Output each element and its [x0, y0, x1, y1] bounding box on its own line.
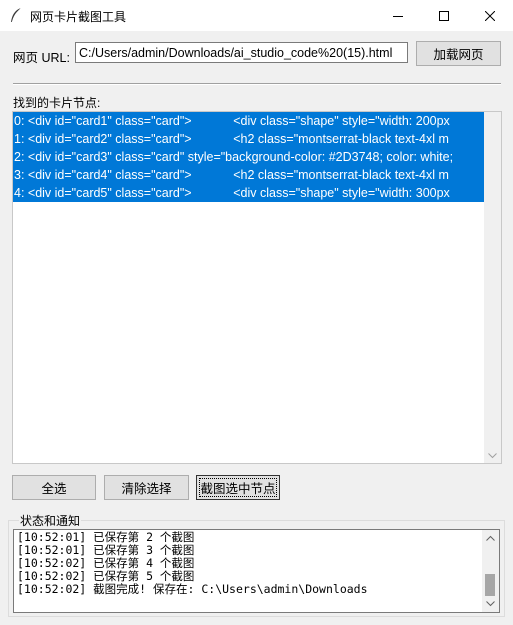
close-icon	[485, 10, 495, 21]
screenshot-selected-button[interactable]: 截图选中节点	[196, 475, 280, 500]
url-input[interactable]: C:/Users/admin/Downloads/ai_studio_code%…	[75, 42, 408, 63]
status-legend: 状态和通知	[19, 512, 82, 529]
select-all-button[interactable]: 全选	[12, 475, 96, 500]
focus-ring	[199, 478, 277, 497]
list-item[interactable]: 4: <div id="card5" class="card"> <div cl…	[13, 184, 485, 202]
chevron-down-icon[interactable]	[486, 601, 495, 607]
log-line: [10:52:02] 截图完成! 保存在: C:\Users\admin\Dow…	[17, 582, 368, 596]
card-node-listbox[interactable]: 0: <div id="card1" class="card"> <div cl…	[12, 111, 502, 464]
minimize-icon	[393, 15, 403, 17]
card-node-list: 0: <div id="card1" class="card"> <div cl…	[13, 112, 485, 463]
app-window: 网页卡片截图工具 网页 URL: C:/Users/admin/Download…	[0, 0, 513, 625]
maximize-icon	[439, 10, 449, 21]
status-scrollbar[interactable]	[482, 530, 499, 612]
list-item[interactable]: 0: <div id="card1" class="card"> <div cl…	[13, 112, 485, 130]
feather-icon	[9, 7, 23, 23]
maximize-button[interactable]	[421, 0, 467, 31]
load-page-button[interactable]: 加载网页	[416, 41, 501, 66]
chevron-down-icon[interactable]	[488, 453, 497, 459]
log-lines: [10:52:01] 已保存第 2 个截图 [10:52:01] 已保存第 3 …	[17, 531, 483, 596]
status-log[interactable]: [10:52:01] 已保存第 2 个截图 [10:52:01] 已保存第 3 …	[13, 529, 500, 613]
scrollbar-thumb[interactable]	[485, 574, 495, 596]
list-item[interactable]: 1: <div id="card2" class="card"> <h2 cla…	[13, 130, 485, 148]
window-title: 网页卡片截图工具	[30, 10, 127, 24]
minimize-button[interactable]	[375, 0, 421, 31]
url-label: 网页 URL:	[13, 51, 70, 65]
close-button[interactable]	[467, 0, 513, 31]
list-item[interactable]: 2: <div id="card3" class="card" style="b…	[13, 148, 485, 166]
card-list-label: 找到的卡片节点:	[13, 96, 101, 110]
list-scrollbar[interactable]	[484, 112, 501, 463]
separator	[13, 83, 501, 85]
chevron-up-icon[interactable]	[486, 535, 495, 541]
list-item[interactable]: 3: <div id="card4" class="card"> <h2 cla…	[13, 166, 485, 184]
clear-selection-button[interactable]: 清除选择	[104, 475, 189, 500]
title-bar[interactable]: 网页卡片截图工具	[0, 0, 513, 31]
